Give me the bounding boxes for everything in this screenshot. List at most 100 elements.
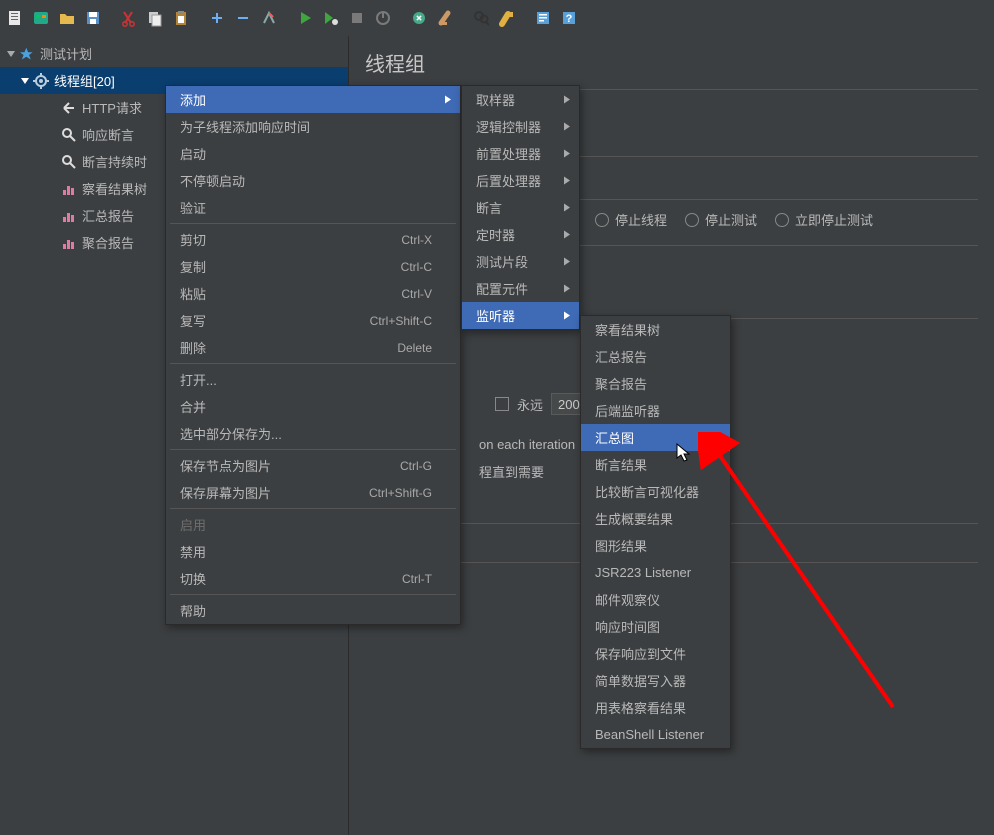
menu-mailer[interactable]: 邮件观察仪 [581,586,730,613]
assert-icon [60,126,78,144]
menu-toggle[interactable]: 切换Ctrl-T [166,565,460,592]
tree-child-label: 汇总报告 [82,206,134,225]
gear-icon [32,72,50,90]
menu-start-no-pause[interactable]: 不停顿启动 [166,167,460,194]
copy-icon[interactable] [144,7,166,29]
menu-aggregate[interactable]: 聚合报告 [581,370,730,397]
expand-icon[interactable] [206,7,228,29]
menu-timer[interactable]: 定时器 [462,221,579,248]
tree-root[interactable]: 测试计划 [0,40,348,67]
tree-child-label: HTTP请求 [82,98,142,117]
toolbar: ? [0,0,994,36]
menu-table-view[interactable]: 用表格察看结果 [581,694,730,721]
menu-save-file[interactable]: 保存响应到文件 [581,640,730,667]
menu-jsr223[interactable]: JSR223 Listener [581,559,730,586]
menu-add-think[interactable]: 为子线程添加响应时间 [166,113,460,140]
new-file-icon[interactable] [4,7,26,29]
submenu-arrow-icon [563,254,571,269]
menu-pre[interactable]: 前置处理器 [462,140,579,167]
radio-stop-now[interactable]: 立即停止测试 [775,210,873,229]
help-icon[interactable]: ? [558,7,580,29]
templates-icon[interactable] [30,7,52,29]
menu-start[interactable]: 启动 [166,140,460,167]
menu-save-sel[interactable]: 选中部分保存为... [166,420,460,447]
search-icon[interactable] [470,7,492,29]
save-icon[interactable] [82,7,104,29]
menu-graph-res[interactable]: 图形结果 [581,532,730,559]
menu-config[interactable]: 配置元件 [462,275,579,302]
forever-label: 永远 [517,395,543,414]
until-need-label: 程直到需要 [479,462,544,481]
chart-icon [60,234,78,252]
clear-icon[interactable] [408,7,430,29]
stop-icon[interactable] [346,7,368,29]
menu-logic[interactable]: 逻辑控制器 [462,113,579,140]
tree-child-label: 聚合报告 [82,233,134,252]
shutdown-icon[interactable] [372,7,394,29]
reset-search-icon[interactable] [496,7,518,29]
menu-cut[interactable]: 剪切Ctrl-X [166,226,460,253]
submenu-arrow-icon [563,119,571,134]
chart-icon [60,180,78,198]
open-icon[interactable] [56,7,78,29]
menu-enable: 启用 [166,511,460,538]
submenu-arrow-icon [563,200,571,215]
menu-sampler[interactable]: 取样器 [462,86,579,113]
run-icon[interactable] [294,7,316,29]
expand-chevron-icon[interactable] [18,74,32,88]
tree-threadgroup-label: 线程组[20] [54,71,115,90]
submenu-arrow-icon [563,146,571,161]
paste-icon[interactable] [170,7,192,29]
panel-title: 线程组 [365,48,978,77]
menu-merge[interactable]: 合并 [166,393,460,420]
request-icon [60,99,78,117]
menu-assert[interactable]: 断言 [462,194,579,221]
menu-copy[interactable]: 复制Ctrl-C [166,253,460,280]
menu-add[interactable]: 添加 [166,86,460,113]
clear-all-icon[interactable] [434,7,456,29]
testplan-icon [18,45,36,63]
tree-child-label: 断言持续时 [82,152,147,171]
submenu-arrow-icon [563,173,571,188]
menu-post[interactable]: 后置处理器 [462,167,579,194]
menu-open[interactable]: 打开... [166,366,460,393]
menu-view-tree[interactable]: 察看结果树 [581,316,730,343]
toggle-icon[interactable] [258,7,280,29]
radio-stop-thread[interactable]: 停止线程 [595,210,667,229]
menu-assert-res[interactable]: 断言结果 [581,451,730,478]
menu-compare[interactable]: 比较断言可视化器 [581,478,730,505]
submenu-arrow-icon [444,92,452,107]
context-menu-add: 取样器 逻辑控制器 前置处理器 后置处理器 断言 定时器 测试片段 配置元件 监… [461,85,580,330]
tree-root-label: 测试计划 [40,44,92,63]
menu-save-screen-img[interactable]: 保存屏幕为图片Ctrl+Shift-G [166,479,460,506]
tree-child-label: 响应断言 [82,125,134,144]
menu-simple-writer[interactable]: 简单数据写入器 [581,667,730,694]
menu-save-node-img[interactable]: 保存节点为图片Ctrl-G [166,452,460,479]
menu-validate[interactable]: 验证 [166,194,460,221]
functions-icon[interactable] [532,7,554,29]
expand-chevron-icon[interactable] [4,47,18,61]
submenu-arrow-icon [563,281,571,296]
forever-checkbox[interactable] [495,397,509,411]
menu-listener[interactable]: 监听器 [462,302,579,329]
menu-backend[interactable]: 后端监听器 [581,397,730,424]
submenu-arrow-icon [563,227,571,242]
menu-beanshell[interactable]: BeanShell Listener [581,721,730,748]
chart-icon [60,207,78,225]
cut-icon[interactable] [118,7,140,29]
menu-gen-summary[interactable]: 生成概要结果 [581,505,730,532]
svg-text:?: ? [566,13,573,25]
menu-summary[interactable]: 汇总报告 [581,343,730,370]
menu-paste[interactable]: 粘贴Ctrl-V [166,280,460,307]
menu-delete[interactable]: 删除Delete [166,334,460,361]
radio-stop-test[interactable]: 停止测试 [685,210,757,229]
menu-separator [170,223,456,224]
menu-agg-graph[interactable]: 汇总图 [581,424,730,451]
menu-disable[interactable]: 禁用 [166,538,460,565]
menu-resp-time[interactable]: 响应时间图 [581,613,730,640]
run-no-pause-icon[interactable] [320,7,342,29]
menu-fragment[interactable]: 测试片段 [462,248,579,275]
collapse-icon[interactable] [232,7,254,29]
menu-duplicate[interactable]: 复写Ctrl+Shift-C [166,307,460,334]
menu-help[interactable]: 帮助 [166,597,460,624]
